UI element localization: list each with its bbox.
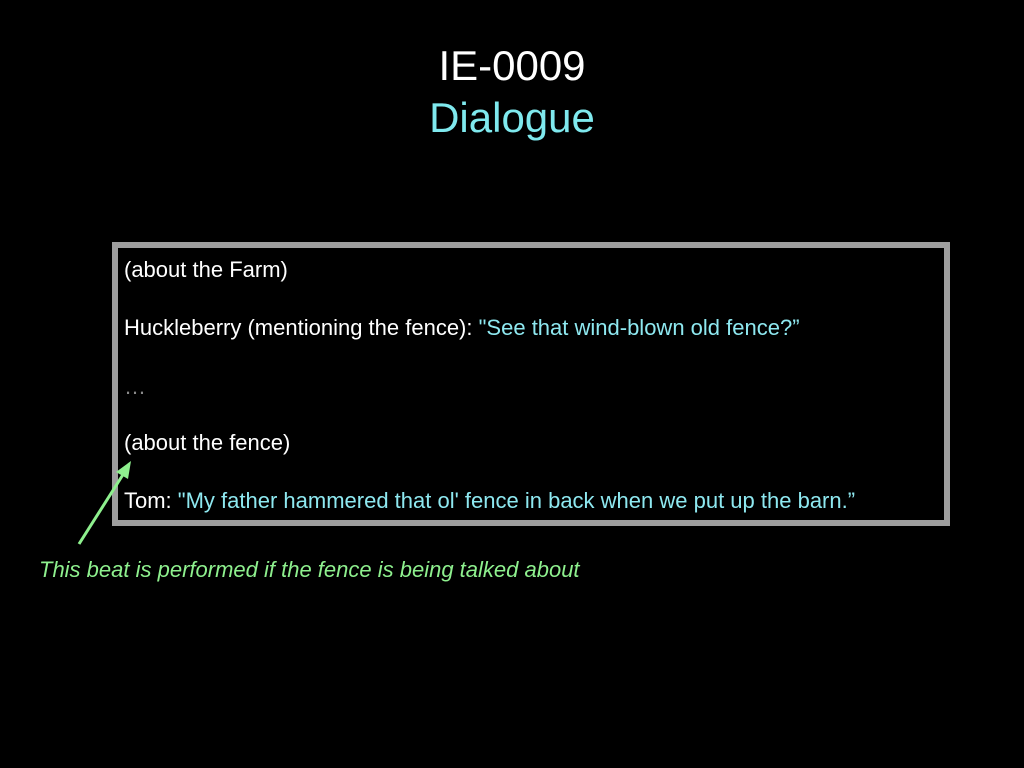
- dialogue-line-huckleberry: Huckleberry (mentioning the fence): "See…: [124, 315, 800, 341]
- dialogue-line-context-fence: (about the fence): [124, 430, 290, 456]
- dialogue-quote: "My father hammered that ol' fence in ba…: [177, 488, 856, 513]
- dialogue-line-ellipsis: …: [124, 374, 146, 400]
- dialogue-line-tom: Tom: "My father hammered that ol' fence …: [124, 488, 855, 514]
- context-label: (about the fence): [124, 430, 291, 455]
- dialogue-box: [112, 242, 950, 526]
- speaker-label: Tom:: [124, 488, 178, 513]
- speaker-label: Huckleberry (mentioning the fence):: [124, 315, 479, 340]
- ellipsis: …: [124, 374, 146, 399]
- slide-subtitle: Dialogue: [429, 94, 595, 141]
- dialogue-line-context-farm: (about the Farm): [124, 257, 288, 283]
- slide-title: IE-0009: [438, 42, 586, 89]
- context-label: (about the Farm): [124, 257, 288, 282]
- dialogue-quote: "See that wind-blown old fence?”: [478, 315, 800, 340]
- annotation-text: This beat is performed if the fence is b…: [39, 557, 580, 582]
